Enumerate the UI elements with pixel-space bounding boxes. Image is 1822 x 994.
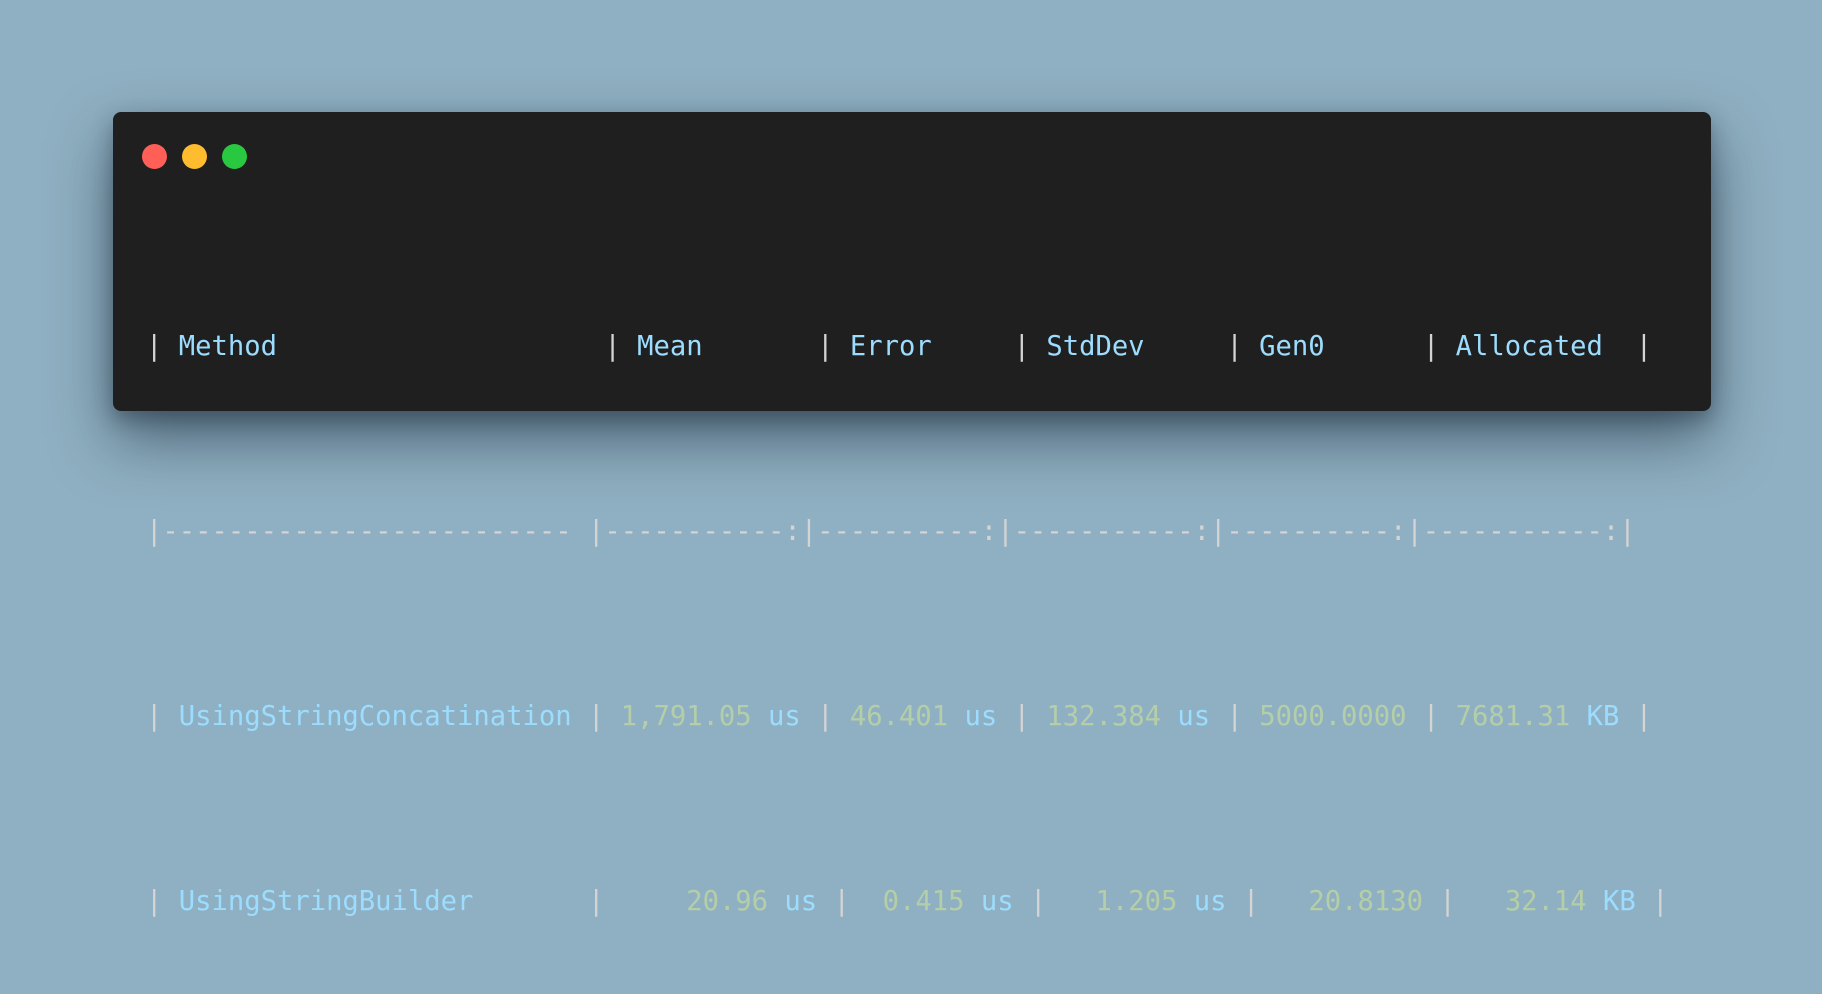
stddev-value: 1.205 [1095, 886, 1178, 917]
error-value: 0.415 [882, 886, 965, 917]
separator-error: ----------: [817, 516, 998, 547]
header-error: Error [849, 331, 932, 362]
mean-unit: us [784, 886, 818, 917]
separator-stddev: -----------: [1013, 516, 1210, 547]
method-name: UsingStringConcatination [178, 701, 572, 732]
mean-value: 1,791.05 [620, 701, 752, 732]
gen0-value: 5000.0000 [1259, 701, 1407, 732]
header-stddev: StdDev [1046, 331, 1145, 362]
header-gen0: Gen0 [1259, 331, 1325, 362]
benchmark-table: | Method | Mean | Error | StdDev | Gen0 … [146, 217, 1669, 994]
header-method: Method [178, 331, 277, 362]
header-mean: Mean [637, 331, 703, 362]
table-row: | UsingStringConcatination | 1,791.05 us… [146, 701, 1653, 732]
error-unit: us [964, 701, 998, 732]
window-controls [142, 144, 247, 169]
maximize-button[interactable] [222, 144, 247, 169]
table-header-row: | Method | Mean | Error | StdDev | Gen0 … [146, 331, 1653, 362]
separator-method: ------------------------- [162, 516, 588, 547]
close-button[interactable] [142, 144, 167, 169]
table-separator-row: |------------------------- |-----------:… [146, 516, 1636, 547]
gen0-value: 20.8130 [1308, 886, 1423, 917]
error-value: 46.401 [849, 701, 949, 732]
mean-value: 20.96 [686, 886, 769, 917]
allocated-unit: KB [1586, 701, 1620, 732]
allocated-unit: KB [1603, 886, 1636, 917]
stddev-value: 132.384 [1046, 701, 1161, 732]
mean-unit: us [768, 701, 801, 732]
stddev-unit: us [1177, 701, 1211, 732]
separator-allocated: -----------: [1422, 516, 1620, 547]
method-name: UsingStringBuilder [178, 886, 474, 917]
separator-mean: -----------: [604, 516, 801, 547]
stddev-unit: us [1193, 886, 1227, 917]
allocated-value: 7681.31 [1455, 701, 1571, 732]
minimize-button[interactable] [182, 144, 207, 169]
table-row: | UsingStringBuilder | 20.96 us | 0.415 … [146, 886, 1669, 917]
error-unit: us [980, 886, 1014, 917]
separator-gen0: ----------: [1226, 516, 1407, 547]
header-allocated: Allocated [1455, 331, 1603, 362]
allocated-value: 32.14 [1504, 886, 1587, 917]
terminal-window: | Method | Mean | Error | StdDev | Gen0 … [113, 112, 1711, 917]
